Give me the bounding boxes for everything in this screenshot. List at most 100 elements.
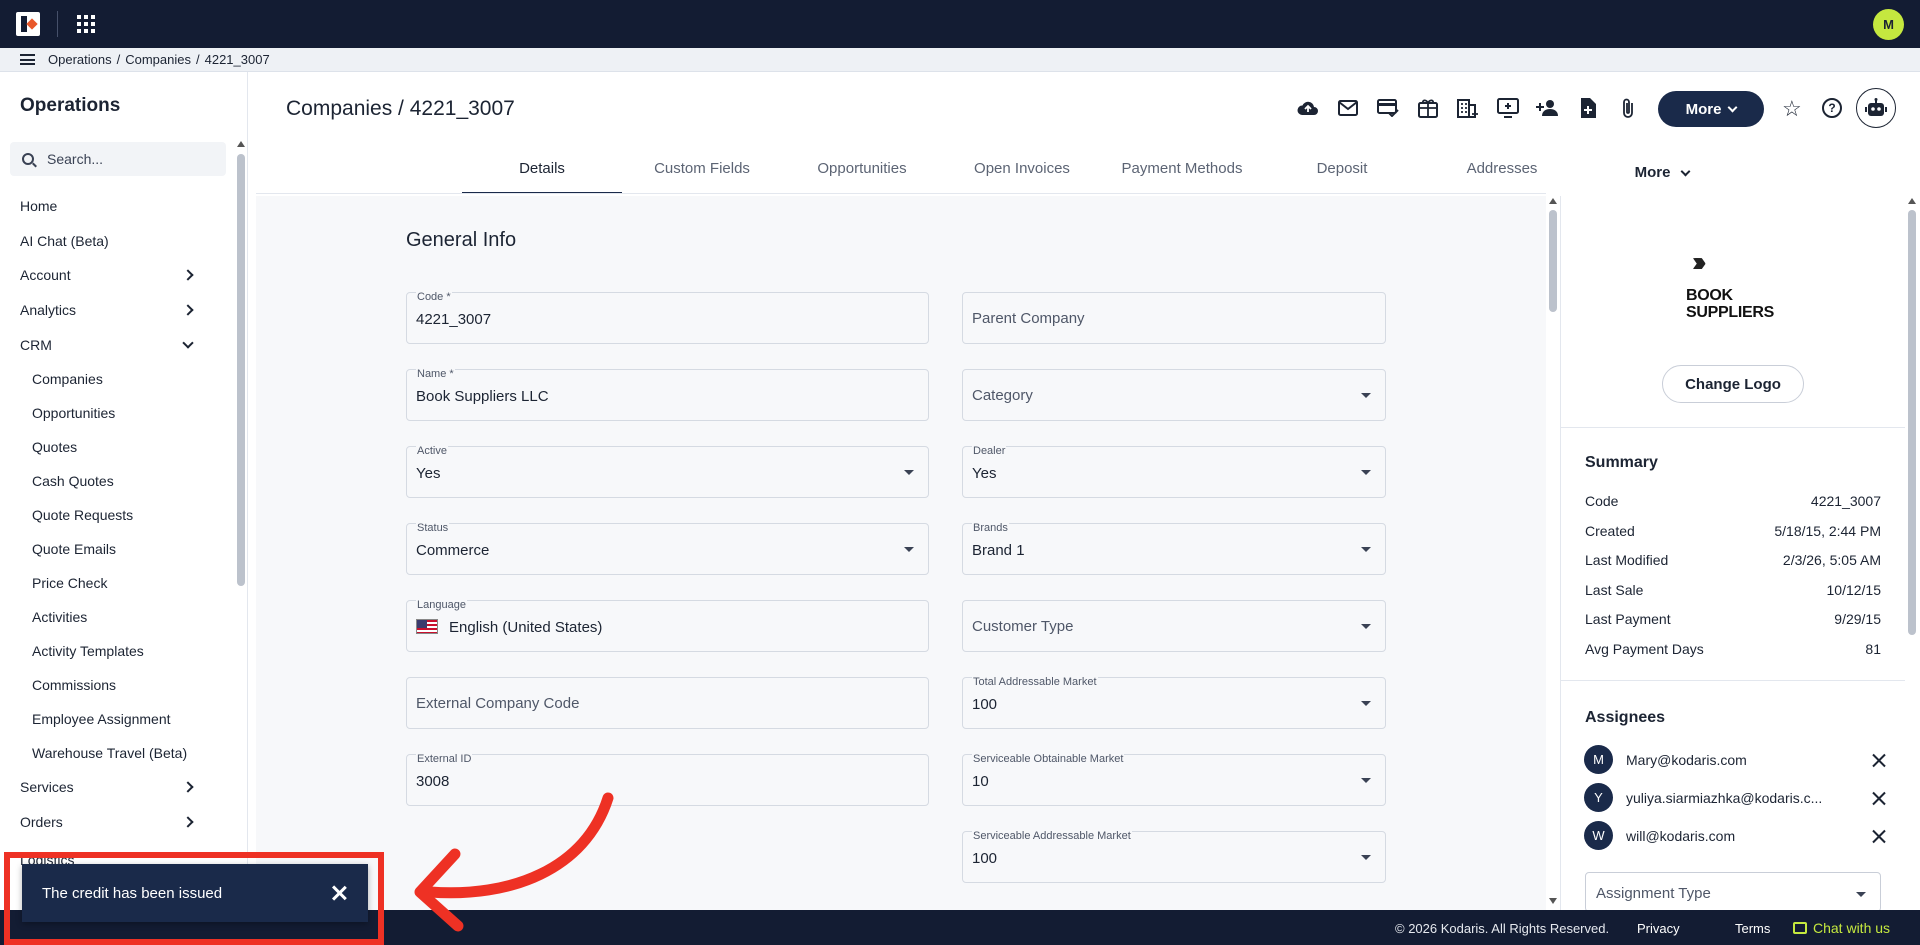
- breadcrumb-companies[interactable]: Companies: [125, 52, 191, 67]
- user-avatar[interactable]: M: [1873, 9, 1904, 40]
- customer-type-placeholder: Customer Type: [972, 618, 1074, 635]
- parent-company-field[interactable]: Parent Company: [962, 292, 1386, 344]
- status-select[interactable]: Status Commerce: [406, 522, 929, 575]
- external-company-code-field[interactable]: External Company Code: [406, 677, 929, 729]
- change-logo-button[interactable]: Change Logo: [1662, 365, 1804, 403]
- remove-assignee-close-icon[interactable]: [1872, 829, 1886, 843]
- summary-label: Avg Payment Days: [1585, 641, 1704, 657]
- tam-value: 100: [972, 696, 998, 713]
- sidebar-item-services[interactable]: Services: [0, 770, 230, 805]
- email-icon[interactable]: [1336, 96, 1360, 120]
- sidebar-item-opportunities[interactable]: Opportunities: [0, 396, 230, 430]
- sidebar-item-commissions[interactable]: Commissions: [0, 668, 230, 702]
- sidebar-item-warehouse-travel-beta[interactable]: Warehouse Travel (Beta): [0, 736, 230, 770]
- sidebar-item-activity-templates[interactable]: Activity Templates: [0, 634, 230, 668]
- tab-more[interactable]: More: [1582, 152, 1742, 194]
- chevron-down-icon: [1680, 166, 1691, 176]
- summary-row: Last Sale 10/12/15: [1585, 582, 1881, 598]
- sidebar-item-ai-chat-beta[interactable]: AI Chat (Beta): [0, 224, 230, 259]
- sidebar-item-price-check[interactable]: Price Check: [0, 566, 230, 600]
- tab-more-label: More: [1634, 164, 1671, 181]
- assignment-type-select[interactable]: Assignment Type: [1585, 872, 1881, 912]
- hamburger-menu-icon[interactable]: [20, 54, 35, 65]
- add-person-icon[interactable]: [1536, 96, 1560, 120]
- sidebar-item-quote-requests[interactable]: Quote Requests: [0, 498, 230, 532]
- serviceable-obtainable-market-select[interactable]: Serviceable Obtainable Market 10: [962, 753, 1386, 806]
- cloud-upload-icon[interactable]: [1296, 96, 1320, 120]
- chat-icon: [1793, 922, 1807, 934]
- sidebar-item-label: Commissions: [32, 676, 117, 693]
- remove-assignee-close-icon[interactable]: [1872, 791, 1886, 805]
- more-actions-button[interactable]: More: [1658, 91, 1764, 127]
- summary-row: Created 5/18/15, 2:44 PM: [1585, 523, 1881, 539]
- divider: [1560, 680, 1905, 681]
- sidebar-item-quotes[interactable]: Quotes: [0, 430, 230, 464]
- sidebar-item-account[interactable]: Account: [0, 258, 230, 293]
- category-select[interactable]: Category: [962, 369, 1386, 421]
- sidebar-item-label: Activity Templates: [32, 642, 144, 659]
- tab-custom-fields[interactable]: Custom Fields: [622, 152, 782, 194]
- credit-card-check-icon[interactable]: [1376, 96, 1400, 120]
- us-flag-icon: [416, 619, 438, 634]
- tab-opportunities[interactable]: Opportunities: [782, 152, 942, 194]
- attachment-icon[interactable]: [1616, 96, 1640, 120]
- sam-label: Serviceable Addressable Market: [972, 830, 1132, 842]
- privacy-link[interactable]: Privacy: [1637, 921, 1680, 936]
- name-field[interactable]: Name * Book Suppliers LLC: [406, 368, 929, 421]
- sidebar-item-analytics[interactable]: Analytics: [0, 293, 230, 328]
- sidebar: Operations Search... Home AI Chat (Beta) A…: [0, 72, 248, 912]
- apps-grid-icon[interactable]: [77, 15, 95, 33]
- total-addressable-market-select[interactable]: Total Addressable Market 100: [962, 676, 1386, 729]
- chevron-right-icon: [182, 816, 194, 828]
- tab-payment-methods[interactable]: Payment Methods: [1102, 152, 1262, 194]
- active-select[interactable]: Active Yes: [406, 445, 929, 498]
- dealer-select[interactable]: Dealer Yes: [962, 445, 1386, 498]
- sidebar-item-label: Orders: [20, 813, 63, 830]
- side-panel-scrollbar[interactable]: [1908, 210, 1916, 635]
- scroll-up-arrow-icon[interactable]: [1908, 198, 1916, 204]
- tab-deposit[interactable]: Deposit: [1262, 152, 1422, 194]
- som-label: Serviceable Obtainable Market: [972, 753, 1125, 765]
- kodaris-logo[interactable]: [16, 12, 40, 36]
- sidebar-item-home[interactable]: Home: [0, 189, 230, 224]
- sidebar-item-crm[interactable]: CRM: [0, 327, 230, 362]
- sidebar-item-orders[interactable]: Orders: [0, 805, 230, 840]
- sidebar-item-activities[interactable]: Activities: [0, 600, 230, 634]
- brands-select[interactable]: Brands Brand 1: [962, 522, 1386, 575]
- terms-link[interactable]: Terms: [1735, 921, 1770, 936]
- dropdown-caret-icon: [1361, 624, 1371, 629]
- breadcrumb-current: 4221_3007: [204, 52, 270, 67]
- sidebar-item-label: Home: [20, 198, 58, 215]
- gift-card-icon[interactable]: [1416, 96, 1440, 120]
- tab-open-invoices[interactable]: Open Invoices: [942, 152, 1102, 194]
- sidebar-item-employee-assignment[interactable]: Employee Assignment: [0, 702, 230, 736]
- chat-with-us-button[interactable]: Chat with us: [1793, 920, 1890, 936]
- sidebar-item-label: Activities: [32, 608, 88, 625]
- main-scrollbar[interactable]: [1549, 210, 1557, 312]
- sidebar-search[interactable]: Search...: [10, 142, 226, 176]
- ai-assistant-bot-button[interactable]: [1856, 88, 1896, 128]
- sidebar-scrollbar[interactable]: [237, 154, 245, 586]
- sidebar-item-quote-emails[interactable]: Quote Emails: [0, 532, 230, 566]
- scroll-up-arrow-icon[interactable]: [1549, 198, 1557, 204]
- language-field[interactable]: Language English (United States): [406, 599, 929, 652]
- tab-details[interactable]: Details: [462, 152, 622, 194]
- add-screen-icon[interactable]: [1496, 96, 1520, 120]
- breadcrumb-operations[interactable]: Operations: [48, 52, 112, 67]
- sidebar-item-companies[interactable]: Companies: [0, 362, 230, 396]
- scroll-up-arrow-icon[interactable]: [237, 141, 245, 147]
- code-field[interactable]: Code * 4221_3007: [406, 291, 929, 344]
- customer-type-select[interactable]: Customer Type: [962, 600, 1386, 652]
- favorite-star-icon[interactable]: ☆: [1782, 97, 1802, 121]
- sidebar-item-cash-quotes[interactable]: Cash Quotes: [0, 464, 230, 498]
- remove-assignee-close-icon[interactable]: [1872, 753, 1886, 767]
- tab-addresses[interactable]: Addresses: [1422, 152, 1582, 194]
- dropdown-caret-icon: [1361, 547, 1371, 552]
- scroll-down-arrow-icon[interactable]: [1549, 898, 1557, 904]
- help-icon[interactable]: ?: [1822, 98, 1842, 118]
- add-company-icon[interactable]: [1456, 96, 1480, 120]
- category-placeholder: Category: [972, 387, 1033, 404]
- copyright-text: © 2026 Kodaris. All Rights Reserved.: [1395, 921, 1610, 936]
- serviceable-addressable-market-select[interactable]: Serviceable Addressable Market 100: [962, 830, 1386, 883]
- add-document-icon[interactable]: [1576, 96, 1600, 120]
